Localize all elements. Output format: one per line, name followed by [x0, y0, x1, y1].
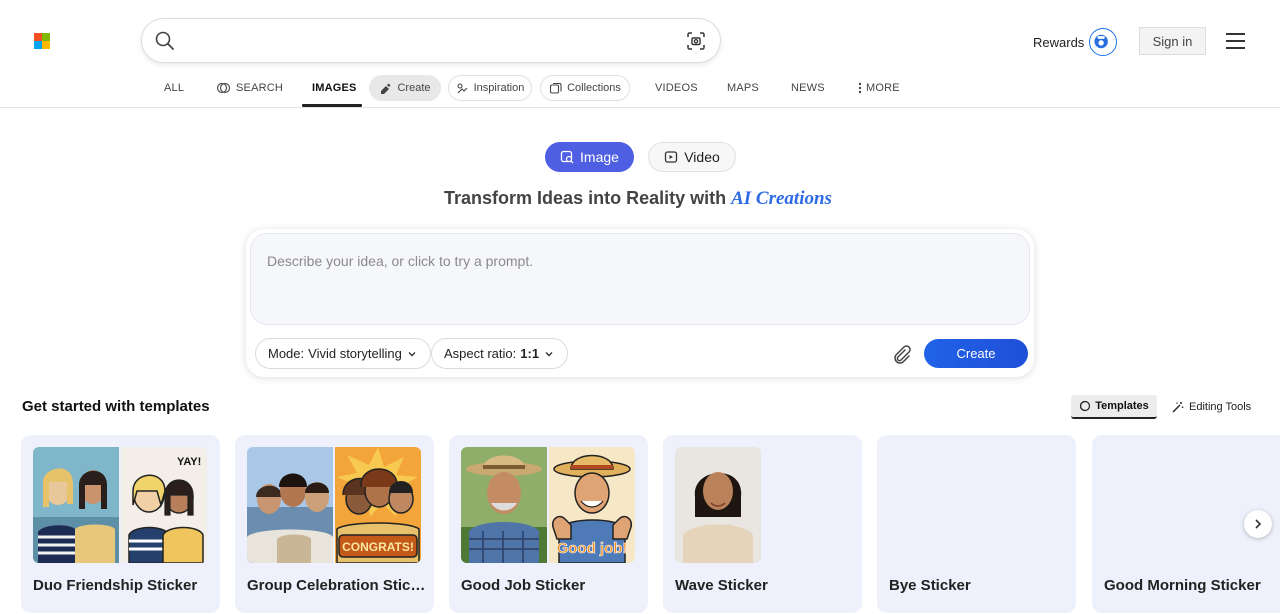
template-card[interactable]: YAY! Duo Friendship Sticker — [21, 435, 220, 613]
sticker-text-goodjob: Good job! — [557, 540, 628, 557]
templates-tab[interactable]: Templates — [1071, 395, 1157, 419]
copilot-search-icon — [216, 82, 231, 93]
video-mode-label: Video — [684, 149, 720, 165]
tab-create-label: Create — [397, 82, 431, 94]
tab-news[interactable]: NEWS — [791, 72, 825, 104]
sticker-thumbnail: YAY! — [121, 447, 207, 563]
template-carousel: YAY! Duo Friendship Sticker CONGRATS! Gr… — [0, 435, 1280, 614]
create-button[interactable]: Create — [924, 339, 1028, 368]
image-search-icon — [560, 150, 574, 164]
tab-more[interactable]: MORE — [858, 72, 900, 104]
sticker-text-yay: YAY! — [177, 456, 201, 468]
more-dots-icon — [858, 82, 862, 94]
templates-tab-label: Templates — [1095, 400, 1149, 412]
template-card[interactable]: Good job! Good Job Sticker — [449, 435, 648, 613]
card-label: Duo Friendship Sticker — [33, 577, 198, 594]
headline-highlight: AI Creations — [731, 188, 832, 209]
photo-thumbnail — [33, 447, 119, 563]
template-card[interactable]: CONGRATS! Group Celebration Sticker — [235, 435, 434, 613]
chevron-right-icon — [1255, 519, 1262, 529]
create-brush-icon — [381, 83, 391, 94]
tab-maps[interactable]: MAPS — [727, 72, 759, 104]
rewards-link[interactable]: Rewards — [1033, 35, 1084, 50]
mode-dropdown[interactable]: Mode: Vivid storytelling — [255, 338, 431, 369]
collections-icon — [550, 82, 562, 94]
chevron-down-icon — [408, 351, 416, 356]
inspiration-icon — [457, 82, 467, 93]
card-thumbnails: CONGRATS! — [247, 447, 421, 563]
page-headline: Transform Ideas into Reality with AI Cre… — [0, 188, 1276, 210]
video-mode-button[interactable]: Video — [648, 142, 736, 172]
editing-tools-label: Editing Tools — [1189, 401, 1252, 413]
card-label: Good Job Sticker — [461, 577, 586, 594]
section-title: Get started with templates — [22, 398, 210, 415]
templates-icon — [1080, 400, 1091, 412]
tab-more-label: MORE — [866, 82, 900, 94]
template-card[interactable]: Wave Sticker — [663, 435, 862, 613]
aspect-ratio-dropdown[interactable]: Aspect ratio: 1:1 — [431, 338, 569, 369]
hamburger-menu-icon[interactable] — [1226, 33, 1245, 49]
tab-inspiration-label: Inspiration — [473, 82, 525, 94]
image-mode-label: Image — [580, 149, 619, 165]
visual-search-icon[interactable] — [685, 30, 707, 52]
paperclip-icon[interactable] — [890, 343, 912, 365]
prompt-card: Describe your idea, or click to try a pr… — [246, 229, 1034, 377]
card-label: Group Celebration Sticker — [247, 577, 427, 594]
active-tab-indicator — [302, 104, 362, 107]
prompt-placeholder: Describe your idea, or click to try a pr… — [267, 253, 534, 269]
photo-thumbnail — [247, 447, 333, 563]
sticker-text-congrats: CONGRATS! — [342, 540, 414, 554]
tab-videos[interactable]: VIDEOS — [655, 72, 698, 104]
template-card[interactable]: Bye Sticker — [877, 435, 1076, 613]
tab-collections[interactable]: Collections — [540, 75, 630, 101]
sticker-thumbnail: CONGRATS! — [335, 447, 421, 563]
aspect-value: 1:1 — [520, 346, 540, 361]
card-thumbnails — [675, 447, 849, 563]
vertical-tabs: ALL SEARCH IMAGES Create Inspiration Col… — [0, 72, 1280, 106]
sticker-thumbnail: Good job! — [549, 447, 635, 563]
tab-search[interactable]: SEARCH — [216, 72, 283, 104]
card-label: Bye Sticker — [889, 577, 971, 594]
mode-label: Mode: — [268, 346, 305, 361]
card-label: Wave Sticker — [675, 577, 768, 594]
photo-thumbnail — [461, 447, 547, 563]
microsoft-logo[interactable] — [34, 33, 50, 49]
search-box — [142, 19, 720, 62]
prompt-textarea[interactable]: Describe your idea, or click to try a pr… — [251, 234, 1029, 324]
search-input[interactable] — [186, 27, 706, 54]
tab-inspiration[interactable]: Inspiration — [448, 75, 532, 101]
sign-in-button[interactable]: Sign in — [1139, 27, 1206, 55]
card-label: Good Morning Sticker — [1104, 577, 1261, 594]
editing-tools-tab[interactable]: Editing Tools — [1171, 397, 1251, 417]
aspect-label: Aspect ratio: — [444, 346, 517, 361]
carousel-next-button[interactable] — [1244, 510, 1272, 538]
tab-images[interactable]: IMAGES — [312, 72, 357, 104]
headline-prefix: Transform Ideas into Reality with — [444, 188, 727, 208]
chevron-down-icon — [545, 351, 553, 356]
search-icon[interactable] — [154, 30, 176, 52]
tab-search-label: SEARCH — [236, 82, 284, 94]
card-thumbnails: Good job! — [461, 447, 635, 563]
tab-collections-label: Collections — [567, 82, 621, 94]
photo-thumbnail — [675, 447, 761, 563]
mode-value: Vivid storytelling — [308, 346, 402, 361]
video-play-icon — [665, 151, 678, 163]
header-bar: Rewards Sign in ALL SEARCH IMAGES Create… — [0, 0, 1280, 108]
card-thumbnails: YAY! — [33, 447, 207, 563]
rewards-medal-icon[interactable] — [1089, 28, 1117, 56]
tab-all[interactable]: ALL — [164, 72, 184, 104]
tab-create[interactable]: Create — [369, 75, 441, 101]
image-mode-button[interactable]: Image — [545, 142, 634, 172]
magic-wand-icon — [1172, 401, 1184, 412]
